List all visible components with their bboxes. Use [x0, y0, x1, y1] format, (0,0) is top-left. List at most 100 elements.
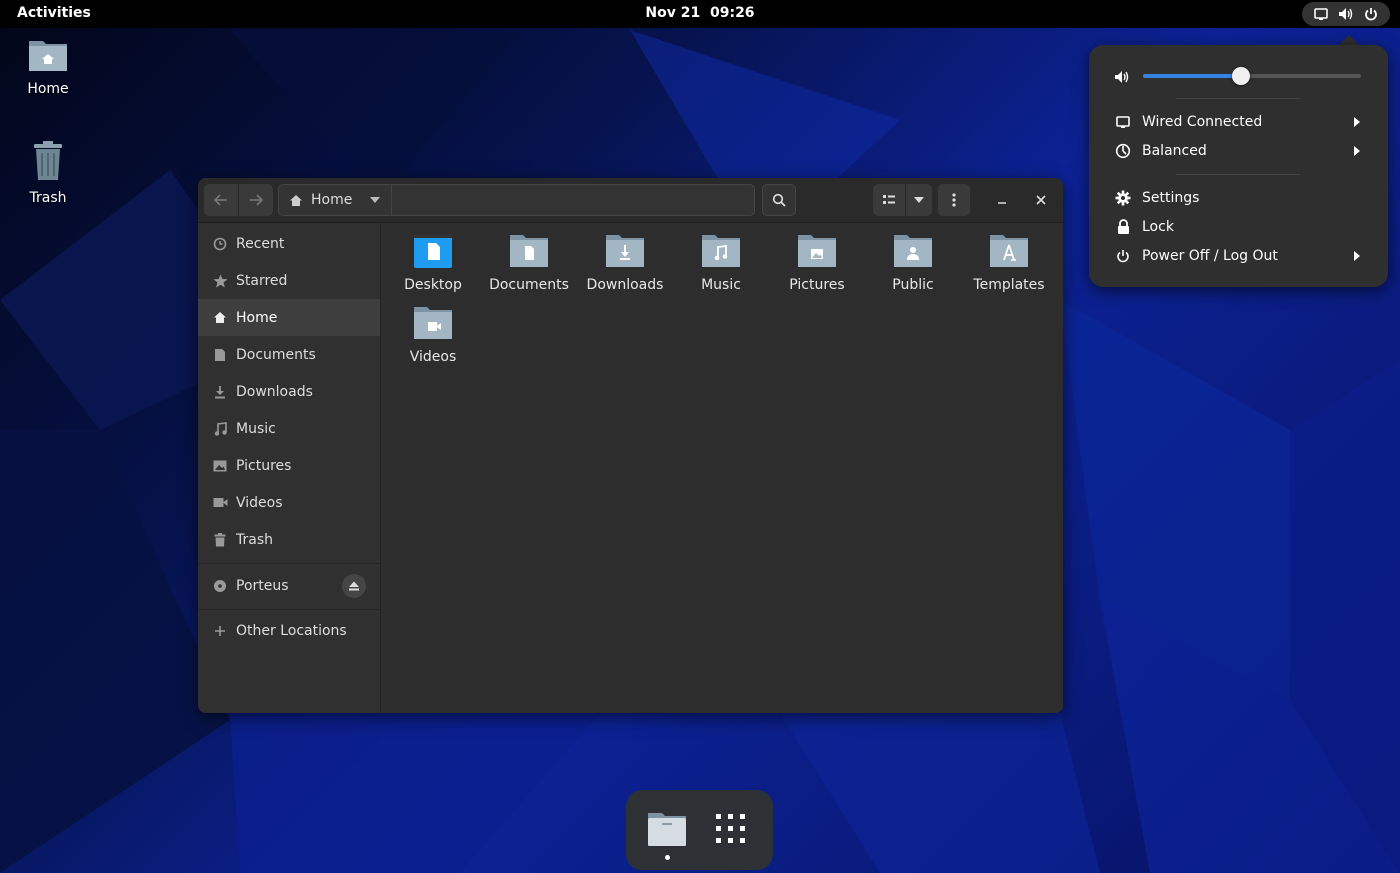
file-view: Desktop Documents Downloads Music Pictur…	[381, 223, 1063, 713]
document-icon	[212, 347, 228, 363]
file-item-downloads[interactable]: Downloads	[577, 233, 673, 293]
menu-button[interactable]	[938, 184, 970, 216]
sidebar-item-music[interactable]: Music	[198, 410, 380, 447]
sidebar-item-documents[interactable]: Documents	[198, 336, 380, 373]
header-bar: Home	[198, 178, 1063, 223]
file-item-label: Templates	[973, 277, 1045, 293]
volume-slider-fill	[1143, 74, 1242, 78]
app-grid-icon	[716, 814, 745, 843]
desktop-icon-label: Trash	[29, 190, 67, 206]
file-item-public[interactable]: Public	[865, 233, 961, 293]
eject-icon	[349, 581, 359, 590]
sidebar: Recent Starred Home Documents Downloads …	[198, 223, 381, 713]
path-segment-home[interactable]: Home	[279, 185, 392, 215]
home-icon	[290, 194, 302, 206]
desktop-icon-home[interactable]: Home	[8, 37, 88, 97]
clock-icon	[212, 236, 228, 252]
plus-icon	[212, 623, 228, 639]
view-mode-button[interactable]	[873, 184, 905, 216]
file-item-label: Pictures	[789, 277, 845, 293]
sidebar-item-label: Music	[236, 420, 276, 437]
menu-item-power-off[interactable]: Power Off / Log Out	[1114, 245, 1364, 267]
menu-item-lock[interactable]: Lock	[1114, 216, 1364, 238]
file-manager-window: Home Recent Starred Home Documents Downl…	[198, 178, 1063, 713]
sidebar-item-label: Documents	[236, 346, 316, 363]
view-options-button[interactable]	[905, 184, 932, 216]
sidebar-item-trash[interactable]: Trash	[198, 521, 380, 558]
sidebar-item-label: Videos	[236, 494, 283, 511]
disc-icon	[212, 578, 228, 594]
menu-item-balanced[interactable]: Balanced	[1114, 140, 1364, 162]
dock	[626, 790, 773, 870]
music-folder-icon	[702, 235, 740, 267]
sidebar-item-other-locations[interactable]: Other Locations	[198, 612, 380, 649]
menu-item-label: Settings	[1142, 190, 1200, 206]
close-button[interactable]	[1026, 184, 1056, 216]
dock-item-app-grid[interactable]	[714, 812, 748, 846]
sidebar-item-label: Home	[236, 309, 278, 326]
activities-button[interactable]: Activities	[17, 5, 91, 21]
templates-folder-icon	[990, 235, 1028, 267]
submenu-arrow-icon	[1354, 145, 1364, 157]
sidebar-item-starred[interactable]: Starred	[198, 262, 380, 299]
videos-folder-icon	[414, 307, 452, 339]
trash-icon	[212, 532, 228, 548]
sidebar-item-label: Pictures	[236, 457, 292, 474]
sidebar-item-downloads[interactable]: Downloads	[198, 373, 380, 410]
eject-button[interactable]	[342, 573, 366, 598]
gear-icon	[1114, 189, 1132, 207]
volume-slider-handle[interactable]	[1232, 67, 1251, 85]
search-icon	[772, 193, 786, 207]
file-item-desktop[interactable]: Desktop	[385, 233, 481, 293]
sidebar-item-porteus[interactable]: Porteus	[198, 567, 380, 604]
file-item-label: Public	[892, 277, 934, 293]
submenu-arrow-icon	[1354, 250, 1364, 262]
file-item-label: Downloads	[586, 277, 664, 293]
lock-icon	[1114, 218, 1132, 236]
file-item-videos[interactable]: Videos	[385, 305, 481, 365]
file-item-music[interactable]: Music	[673, 233, 769, 293]
close-icon	[1036, 195, 1046, 205]
chevron-down-icon	[914, 197, 924, 203]
forward-button[interactable]	[238, 184, 273, 216]
file-item-label: Desktop	[404, 277, 462, 293]
sidebar-separator	[198, 609, 380, 610]
minimize-button[interactable]	[987, 184, 1017, 216]
public-folder-icon	[894, 235, 932, 267]
menu-item-label: Power Off / Log Out	[1142, 248, 1278, 264]
pictures-folder-icon	[798, 235, 836, 267]
volume-slider[interactable]	[1143, 67, 1361, 85]
file-item-documents[interactable]: Documents	[481, 233, 577, 293]
menu-separator	[1176, 174, 1300, 175]
menu-item-wired[interactable]: Wired Connected	[1114, 111, 1364, 133]
sidebar-item-recent[interactable]: Recent	[198, 225, 380, 262]
menu-item-label: Wired Connected	[1142, 114, 1263, 130]
file-item-label: Videos	[409, 349, 457, 365]
file-item-label: Music	[701, 277, 741, 293]
menu-separator	[1176, 98, 1300, 99]
desktop-icon-trash[interactable]: Trash	[8, 140, 88, 206]
file-item-templates[interactable]: Templates	[961, 233, 1057, 293]
quick-settings-menu: Wired Connected Balanced Settings Lock P…	[1089, 45, 1388, 287]
clock[interactable]: Nov 21 09:26	[645, 5, 754, 21]
sidebar-item-pictures[interactable]: Pictures	[198, 447, 380, 484]
submenu-arrow-icon	[1354, 116, 1364, 128]
minimize-icon	[998, 202, 1006, 204]
power-icon	[1362, 5, 1380, 23]
home-icon	[212, 310, 228, 326]
search-button[interactable]	[762, 184, 796, 216]
sidebar-item-videos[interactable]: Videos	[198, 484, 380, 521]
back-button[interactable]	[204, 184, 238, 216]
chevron-down-icon	[370, 197, 381, 203]
kebab-menu-icon	[952, 193, 956, 207]
sidebar-item-home[interactable]: Home	[198, 299, 380, 336]
sidebar-item-label: Recent	[236, 235, 285, 252]
menu-item-settings[interactable]: Settings	[1114, 187, 1364, 209]
system-tray[interactable]	[1302, 2, 1390, 26]
downloads-folder-icon	[606, 235, 644, 267]
path-bar[interactable]: Home	[278, 184, 755, 216]
dock-item-files[interactable]	[646, 810, 690, 862]
file-item-pictures[interactable]: Pictures	[769, 233, 865, 293]
arrow-right-icon	[250, 194, 263, 206]
running-indicator	[665, 855, 670, 860]
